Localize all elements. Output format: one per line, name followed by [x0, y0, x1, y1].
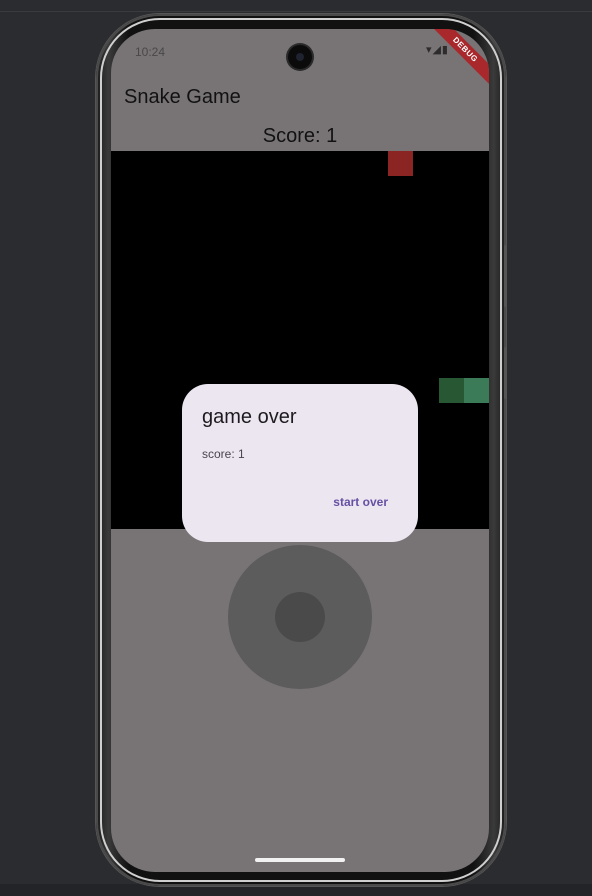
- camera-icon: [288, 45, 312, 69]
- volume-button: [504, 245, 507, 307]
- window-top-divider: [0, 11, 592, 12]
- food-cell: [388, 151, 413, 176]
- power-button: [504, 347, 507, 399]
- joystick[interactable]: [228, 545, 372, 689]
- dialog-score: score: 1: [202, 447, 245, 461]
- joystick-knob[interactable]: [275, 592, 325, 642]
- game-over-dialog: game over score: 1 start over: [182, 384, 418, 542]
- status-icons: ▾◢▮: [425, 44, 449, 56]
- snake-body-cell: [439, 378, 464, 403]
- dialog-title: game over: [202, 406, 297, 428]
- app-bar-title: Snake Game: [124, 86, 241, 108]
- home-indicator[interactable]: [255, 858, 345, 862]
- score-label: Score: 1: [262, 125, 338, 147]
- start-over-button[interactable]: start over: [333, 495, 388, 509]
- status-time: 10:24: [135, 45, 166, 59]
- snake-head-cell: [464, 378, 489, 403]
